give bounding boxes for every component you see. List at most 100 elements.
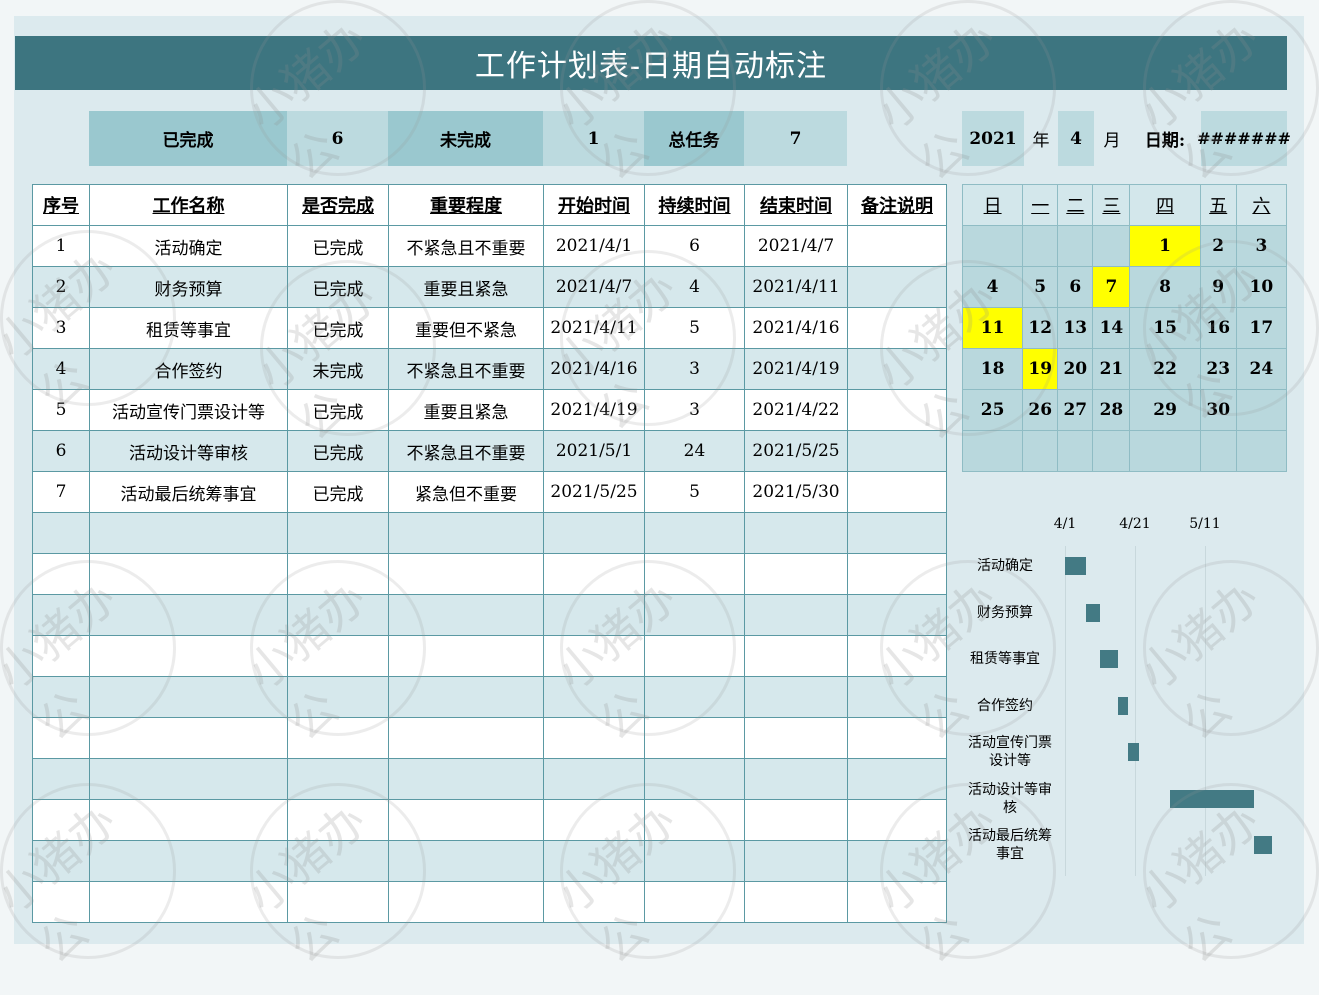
empty-cell[interactable] bbox=[847, 758, 947, 800]
empty-cell[interactable] bbox=[89, 594, 288, 636]
date-value[interactable]: ####### bbox=[1197, 111, 1291, 166]
cell-priority[interactable]: 不紧急且不重要 bbox=[388, 348, 544, 390]
empty-cell[interactable] bbox=[32, 594, 90, 636]
empty-cell[interactable] bbox=[32, 840, 90, 882]
task-bar[interactable] bbox=[1254, 836, 1272, 854]
calendar-day[interactable]: 27 bbox=[1057, 389, 1094, 431]
empty-cell[interactable] bbox=[543, 881, 645, 923]
empty-cell[interactable] bbox=[847, 881, 947, 923]
empty-cell[interactable] bbox=[32, 553, 90, 595]
cell-index[interactable]: 7 bbox=[32, 471, 90, 513]
empty-cell[interactable] bbox=[89, 840, 288, 882]
task-bar[interactable] bbox=[1086, 603, 1100, 622]
empty-cell[interactable] bbox=[32, 758, 90, 800]
empty-cell[interactable] bbox=[744, 553, 848, 595]
calendar-day[interactable]: 23 bbox=[1199, 348, 1237, 390]
cell-start[interactable]: 2021/4/7 bbox=[543, 266, 645, 308]
cell-duration[interactable]: 6 bbox=[644, 225, 745, 267]
cell-priority[interactable]: 重要且紧急 bbox=[388, 266, 544, 308]
empty-cell[interactable] bbox=[287, 594, 389, 636]
empty-cell[interactable] bbox=[644, 676, 745, 718]
empty-cell[interactable] bbox=[89, 635, 288, 677]
cell-end[interactable]: 2021/4/22 bbox=[744, 389, 848, 431]
empty-cell[interactable] bbox=[89, 553, 288, 595]
empty-cell[interactable] bbox=[388, 635, 544, 677]
month-value[interactable]: 4 bbox=[1058, 111, 1094, 166]
empty-cell[interactable] bbox=[644, 881, 745, 923]
empty-cell[interactable] bbox=[388, 840, 544, 882]
calendar-day[interactable]: 17 bbox=[1235, 307, 1288, 349]
empty-cell[interactable] bbox=[287, 553, 389, 595]
cell-priority[interactable]: 紧急但不重要 bbox=[388, 471, 544, 513]
empty-cell[interactable] bbox=[744, 717, 848, 759]
calendar-day[interactable]: 20 bbox=[1057, 348, 1094, 390]
calendar-day[interactable]: 28 bbox=[1092, 389, 1131, 431]
calendar-day[interactable]: 1 bbox=[1129, 225, 1201, 267]
empty-cell[interactable] bbox=[744, 799, 848, 841]
cell-index[interactable]: 1 bbox=[32, 225, 90, 267]
cell-start[interactable]: 2021/4/11 bbox=[543, 307, 645, 349]
calendar-day[interactable]: 8 bbox=[1129, 266, 1201, 308]
empty-cell[interactable] bbox=[644, 635, 745, 677]
empty-cell[interactable] bbox=[847, 799, 947, 841]
calendar-day[interactable]: 29 bbox=[1129, 389, 1201, 431]
empty-cell[interactable] bbox=[287, 799, 389, 841]
cell-end[interactable]: 2021/4/7 bbox=[744, 225, 848, 267]
cell-task-name[interactable]: 合作签约 bbox=[89, 348, 288, 390]
empty-cell[interactable] bbox=[644, 594, 745, 636]
cell-status[interactable]: 已完成 bbox=[287, 225, 389, 267]
calendar-day[interactable]: 6 bbox=[1057, 266, 1094, 308]
calendar-day[interactable]: 25 bbox=[961, 389, 1024, 431]
empty-cell[interactable] bbox=[543, 799, 645, 841]
empty-cell[interactable] bbox=[32, 881, 90, 923]
empty-cell[interactable] bbox=[744, 881, 848, 923]
cell-priority[interactable]: 不紧急且不重要 bbox=[388, 225, 544, 267]
undone-count[interactable]: 1 bbox=[543, 111, 644, 166]
calendar-day[interactable] bbox=[1235, 389, 1288, 431]
empty-cell[interactable] bbox=[847, 512, 947, 554]
calendar-day[interactable] bbox=[1092, 430, 1131, 472]
empty-cell[interactable] bbox=[644, 512, 745, 554]
calendar-day[interactable]: 9 bbox=[1199, 266, 1237, 308]
calendar-day[interactable] bbox=[1235, 430, 1288, 472]
year-value[interactable]: 2021 bbox=[962, 111, 1024, 166]
empty-cell[interactable] bbox=[89, 512, 288, 554]
cell-duration[interactable]: 5 bbox=[644, 471, 745, 513]
cell-duration[interactable]: 3 bbox=[644, 348, 745, 390]
empty-cell[interactable] bbox=[89, 799, 288, 841]
empty-cell[interactable] bbox=[32, 676, 90, 718]
header-end[interactable]: 结束时间 bbox=[744, 184, 848, 226]
calendar-day[interactable]: 14 bbox=[1092, 307, 1131, 349]
calendar-day[interactable] bbox=[1057, 430, 1094, 472]
empty-cell[interactable] bbox=[744, 594, 848, 636]
calendar-day[interactable]: 15 bbox=[1129, 307, 1201, 349]
cell-status[interactable]: 已完成 bbox=[287, 266, 389, 308]
task-bar[interactable] bbox=[1128, 743, 1139, 761]
calendar-day[interactable] bbox=[1022, 430, 1059, 472]
calendar-day[interactable]: 13 bbox=[1057, 307, 1094, 349]
empty-cell[interactable] bbox=[287, 512, 389, 554]
calendar-day[interactable] bbox=[1092, 225, 1131, 267]
empty-cell[interactable] bbox=[543, 553, 645, 595]
cell-duration[interactable]: 3 bbox=[644, 389, 745, 431]
cell-notes[interactable] bbox=[847, 471, 947, 513]
empty-cell[interactable] bbox=[543, 512, 645, 554]
calendar-day[interactable]: 22 bbox=[1129, 348, 1201, 390]
empty-cell[interactable] bbox=[287, 717, 389, 759]
cell-start[interactable]: 2021/4/19 bbox=[543, 389, 645, 431]
calendar-day[interactable]: 5 bbox=[1022, 266, 1059, 308]
calendar-day[interactable]: 11 bbox=[961, 307, 1024, 349]
empty-cell[interactable] bbox=[388, 553, 544, 595]
cell-status[interactable]: 已完成 bbox=[287, 471, 389, 513]
cell-priority[interactable]: 不紧急且不重要 bbox=[388, 430, 544, 472]
empty-cell[interactable] bbox=[287, 635, 389, 677]
empty-cell[interactable] bbox=[287, 758, 389, 800]
cell-task-name[interactable]: 活动确定 bbox=[89, 225, 288, 267]
empty-cell[interactable] bbox=[388, 717, 544, 759]
empty-cell[interactable] bbox=[543, 758, 645, 800]
cell-index[interactable]: 2 bbox=[32, 266, 90, 308]
empty-cell[interactable] bbox=[543, 635, 645, 677]
cell-notes[interactable] bbox=[847, 225, 947, 267]
empty-cell[interactable] bbox=[543, 717, 645, 759]
empty-cell[interactable] bbox=[388, 799, 544, 841]
